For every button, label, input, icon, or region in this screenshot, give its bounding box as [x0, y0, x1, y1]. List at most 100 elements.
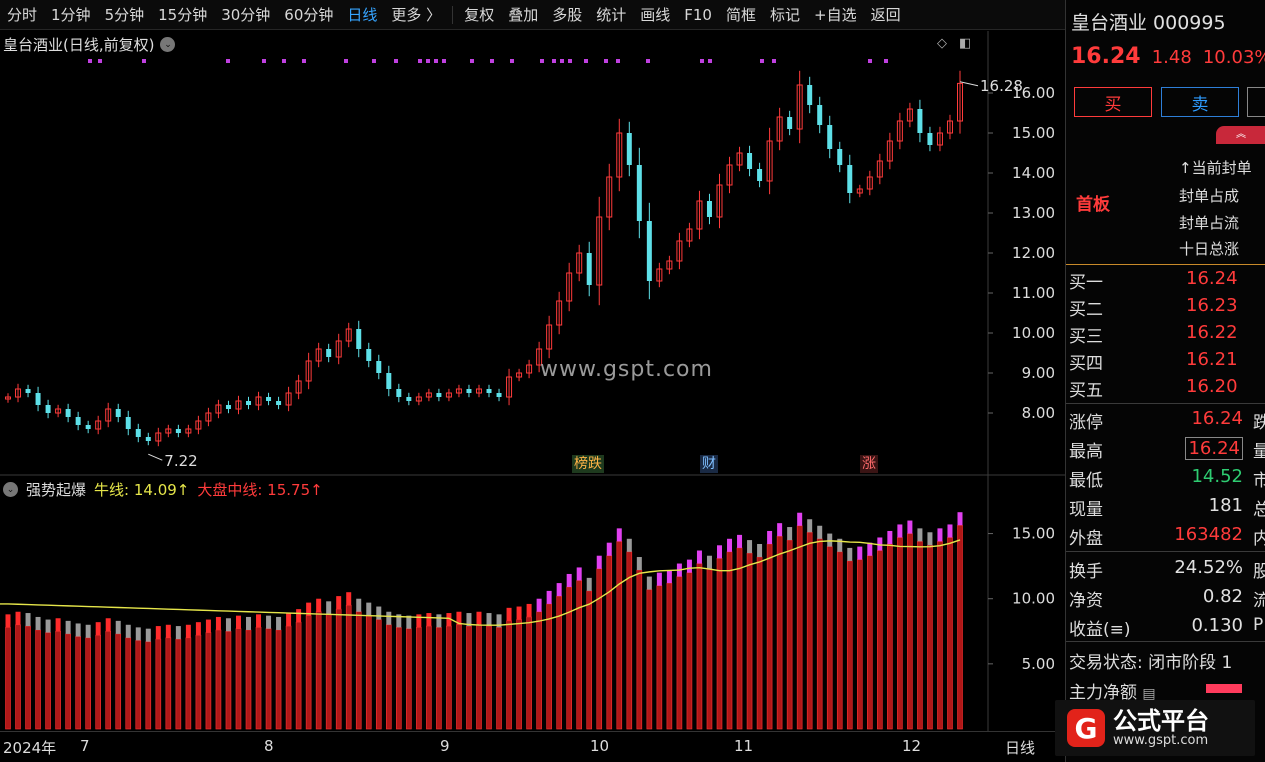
event-tag-rise[interactable]: 涨 [860, 455, 878, 473]
event-tag-finance[interactable]: 财 [700, 455, 718, 473]
indicator-cap [757, 543, 763, 558]
toolbar-button-2[interactable]: 多股 [545, 0, 589, 30]
toolbar-button-4[interactable]: 画线 [633, 0, 677, 30]
signal-dot [552, 59, 556, 63]
logo-g-icon: G [1067, 709, 1105, 747]
toolbar-button-9[interactable]: 返回 [864, 0, 908, 30]
indicator-cap [767, 530, 773, 544]
toolbar-button-5[interactable]: F10 [677, 0, 719, 30]
time-label-sep: 9 [440, 737, 450, 755]
period-tab-1[interactable]: 1分钟 [44, 0, 98, 30]
y-tick-label: 15.00 [1012, 124, 1055, 142]
period-tab-3[interactable]: 15分钟 [151, 0, 214, 30]
signal-dot [560, 59, 564, 63]
signal-dot [418, 59, 422, 63]
candle-body [65, 409, 71, 417]
indicator-bar [746, 552, 753, 730]
indicator-bar [446, 625, 452, 730]
indicator-bar [215, 629, 222, 730]
indicator-bar [205, 632, 212, 730]
first-board-badge: 首板 [1076, 195, 1110, 215]
diamond-icon[interactable]: ◇ [937, 36, 947, 51]
buy-button[interactable]: 买 [1074, 87, 1152, 117]
indicator-bar [175, 638, 182, 730]
toolbar-button-7[interactable]: 标记 [763, 0, 807, 30]
more-trade-button[interactable] [1247, 87, 1265, 117]
indicator-bar [466, 625, 472, 730]
indicator-bar [786, 539, 793, 730]
indicator-cap [727, 538, 733, 552]
stat-label: 最高 [1069, 442, 1103, 462]
indicator-cap [526, 603, 532, 617]
indicator-bar [686, 572, 693, 730]
divider [1066, 403, 1265, 404]
time-label-nov: 11 [734, 737, 754, 755]
period-tab-0[interactable]: 分时 [0, 0, 44, 30]
candle-body [145, 437, 151, 441]
indicator-cap [115, 620, 121, 634]
candle-body [366, 349, 372, 361]
indicator-cap [867, 542, 873, 556]
toolbar-button-1[interactable]: 叠加 [501, 0, 545, 30]
candle-body [586, 253, 592, 285]
indicator-cap [35, 616, 41, 630]
signal-dot [282, 59, 286, 63]
kline-chart[interactable]: 16.0015.0014.0013.0012.0011.0010.009.008… [0, 31, 1065, 731]
axis-mode-label[interactable]: 日线 [1005, 737, 1035, 758]
candle-body [396, 389, 402, 397]
indicator-bar [536, 611, 542, 730]
candle-body [486, 389, 492, 393]
toolbar-button-8[interactable]: +自选 [807, 0, 864, 30]
indicator-bar [826, 546, 833, 730]
indicator-bar [867, 555, 873, 730]
candle-body [757, 169, 763, 181]
event-tag-rank-drop[interactable]: 榜跌 [572, 455, 604, 473]
signal-dot [584, 59, 588, 63]
period-tab-6[interactable]: 日线 [340, 0, 384, 30]
period-tab-7[interactable]: 更多 〉 [384, 0, 448, 30]
period-tab-5[interactable]: 60分钟 [277, 0, 340, 30]
indicator-cap [887, 530, 893, 544]
indicator-bar [115, 633, 122, 730]
indicator-bar [907, 533, 913, 730]
chevron-down-icon[interactable]: ⌄ [3, 482, 18, 497]
window-toggle-icon[interactable]: ◧ [959, 36, 971, 51]
y-tick-label: 9.00 [1022, 364, 1055, 382]
candle-body [646, 221, 652, 281]
indicator-cap [15, 611, 21, 625]
indicator-bar [225, 630, 232, 730]
stat-next-label: 跌 [1253, 408, 1265, 433]
bull-line-value: 牛线: 14.09↑ [94, 481, 190, 499]
candle-body [75, 417, 81, 425]
order-book-label: 买五 [1069, 381, 1103, 401]
indicator-cap [666, 570, 672, 584]
indicator-bar [396, 627, 402, 730]
indicator-bar [235, 628, 242, 730]
indicator-cap [586, 577, 592, 591]
indicator-cap [105, 618, 111, 632]
indicator-cap [175, 626, 181, 640]
chevron-down-icon[interactable]: ⌄ [160, 37, 176, 52]
divider [1066, 641, 1265, 642]
toolbar-button-0[interactable]: 复权 [457, 0, 501, 30]
period-tab-2[interactable]: 5分钟 [98, 0, 152, 30]
seal-vs-float: 封单占流 [1179, 214, 1240, 232]
stat-label: 最低 [1069, 471, 1103, 491]
chart-area[interactable]: 16.00 15.00 14.00 13.00 12.00 11.00 10.00 9.00 8… [0, 31, 1065, 731]
indicator-cap [85, 624, 91, 638]
stat-next-label: 市 [1253, 466, 1265, 491]
toolbar-button-3[interactable]: 统计 [589, 0, 633, 30]
candle-body [115, 409, 121, 417]
indicator-bar [877, 550, 883, 730]
indicator-cap [897, 524, 903, 538]
indicator-bar [636, 569, 643, 730]
collapse-icon[interactable]: ︽ [1216, 126, 1265, 144]
toolbar-button-6[interactable]: 简框 [719, 0, 763, 30]
candle-body [125, 417, 131, 429]
indicator-cap [256, 614, 262, 628]
indicator-cap [326, 601, 332, 615]
sell-button[interactable]: 卖 [1161, 87, 1239, 117]
indicator-cap [747, 540, 753, 554]
period-tab-4[interactable]: 30分钟 [214, 0, 277, 30]
indicator-bar [355, 611, 362, 730]
